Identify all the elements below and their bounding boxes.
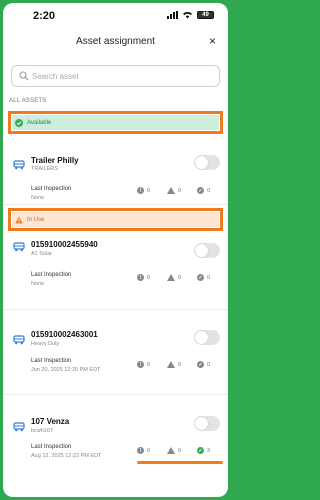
bus-icon [13, 335, 25, 345]
check-count: 0 [207, 187, 211, 194]
check-icon: ✓ [197, 187, 204, 194]
info-icon: ! [137, 361, 144, 368]
inspection-counts: ! 0 0 ✓ 0 [137, 187, 227, 194]
last-inspection-label: Last Inspection [31, 272, 72, 278]
assign-toggle[interactable] [194, 155, 220, 170]
bus-icon [13, 160, 25, 170]
asset-name: 015910002455940 [31, 240, 98, 249]
bus-icon [13, 422, 25, 432]
assign-toggle[interactable] [194, 416, 220, 431]
section-heading: ALL ASSETS [9, 98, 47, 104]
close-button[interactable]: × [209, 34, 216, 48]
warning-icon [167, 187, 175, 194]
asset-row[interactable]: 107 Venza bcwh107 Last Inspection Aug 12… [3, 396, 228, 476]
check-icon: ✓ [197, 274, 204, 281]
check-circle-icon [15, 118, 23, 127]
asset-name: 015910002463001 [31, 330, 98, 339]
app-screen: 2:20 49 Asset assignment × ALL ASSETS Av… [3, 3, 228, 497]
asset-category: A1 Solar [31, 251, 53, 257]
info-count: 0 [147, 361, 151, 368]
check-icon: ✓ [197, 361, 204, 368]
in-use-label: In Use [27, 216, 45, 223]
signal-icon [167, 11, 178, 19]
highlight-underline [137, 461, 223, 464]
last-inspection-label: Last Inspection [31, 358, 72, 364]
info-count: 0 [147, 274, 151, 281]
info-icon: ! [137, 187, 144, 194]
check-count: 0 [207, 361, 211, 368]
info-icon: ! [137, 447, 144, 454]
check-icon: ✓ [197, 447, 204, 454]
info-count: 0 [147, 187, 151, 194]
search-icon [19, 71, 29, 81]
page-title: Asset assignment [76, 36, 155, 47]
last-inspection-label: Last Inspection [31, 186, 72, 192]
warning-icon [167, 447, 175, 454]
status-bar: 2:20 49 [3, 3, 228, 29]
status-icons: 49 [167, 11, 214, 19]
warning-icon [167, 361, 175, 368]
available-label: Available [27, 119, 52, 126]
inspection-counts: ! 0 0 ✓ 3 [137, 447, 227, 454]
asset-row[interactable]: Trailer Philly TRAILERS Last Inspection … [3, 138, 228, 205]
last-inspection-value: None [31, 195, 45, 201]
check-count: 0 [207, 274, 211, 281]
inspection-counts: ! 0 0 ✓ 0 [137, 361, 227, 368]
warning-icon [167, 274, 175, 281]
asset-row[interactable]: 015910002455940 A1 Solar Last Inspection… [3, 234, 228, 310]
in-use-section-header: In Use [8, 208, 223, 231]
last-inspection-label: Last Inspection [31, 444, 72, 450]
assign-toggle[interactable] [194, 243, 220, 258]
warning-triangle-icon [15, 216, 23, 223]
asset-category: bcwh107 [31, 428, 54, 434]
warning-count: 0 [178, 447, 182, 454]
check-count: 3 [207, 447, 211, 454]
assign-toggle[interactable] [194, 330, 220, 345]
modal-header: Asset assignment × [3, 31, 228, 55]
warning-count: 0 [178, 361, 182, 368]
asset-name: Trailer Philly [31, 156, 79, 165]
warning-count: 0 [178, 274, 182, 281]
bus-icon [13, 242, 25, 252]
last-inspection-value: None [31, 281, 45, 287]
asset-category: Heavy Duty [31, 341, 60, 347]
status-time: 2:20 [33, 10, 56, 22]
available-section-header: Available [8, 111, 223, 134]
asset-row[interactable]: 015910002463001 Heavy Duty Last Inspecti… [3, 311, 228, 395]
search-box[interactable] [11, 65, 220, 87]
asset-category: TRAILERS [31, 166, 58, 172]
search-input[interactable] [32, 69, 212, 83]
inspection-counts: ! 0 0 ✓ 0 [137, 274, 227, 281]
wifi-icon [183, 11, 192, 19]
info-icon: ! [137, 274, 144, 281]
battery-icon: 49 [197, 11, 214, 19]
last-inspection-value: Jun 20, 2025 12:20 PM EDT [31, 367, 101, 373]
warning-count: 0 [178, 187, 182, 194]
last-inspection-value: Aug 12, 2025 12:23 PM EDT [31, 453, 102, 459]
asset-name: 107 Venza [31, 417, 70, 426]
info-count: 0 [147, 447, 151, 454]
